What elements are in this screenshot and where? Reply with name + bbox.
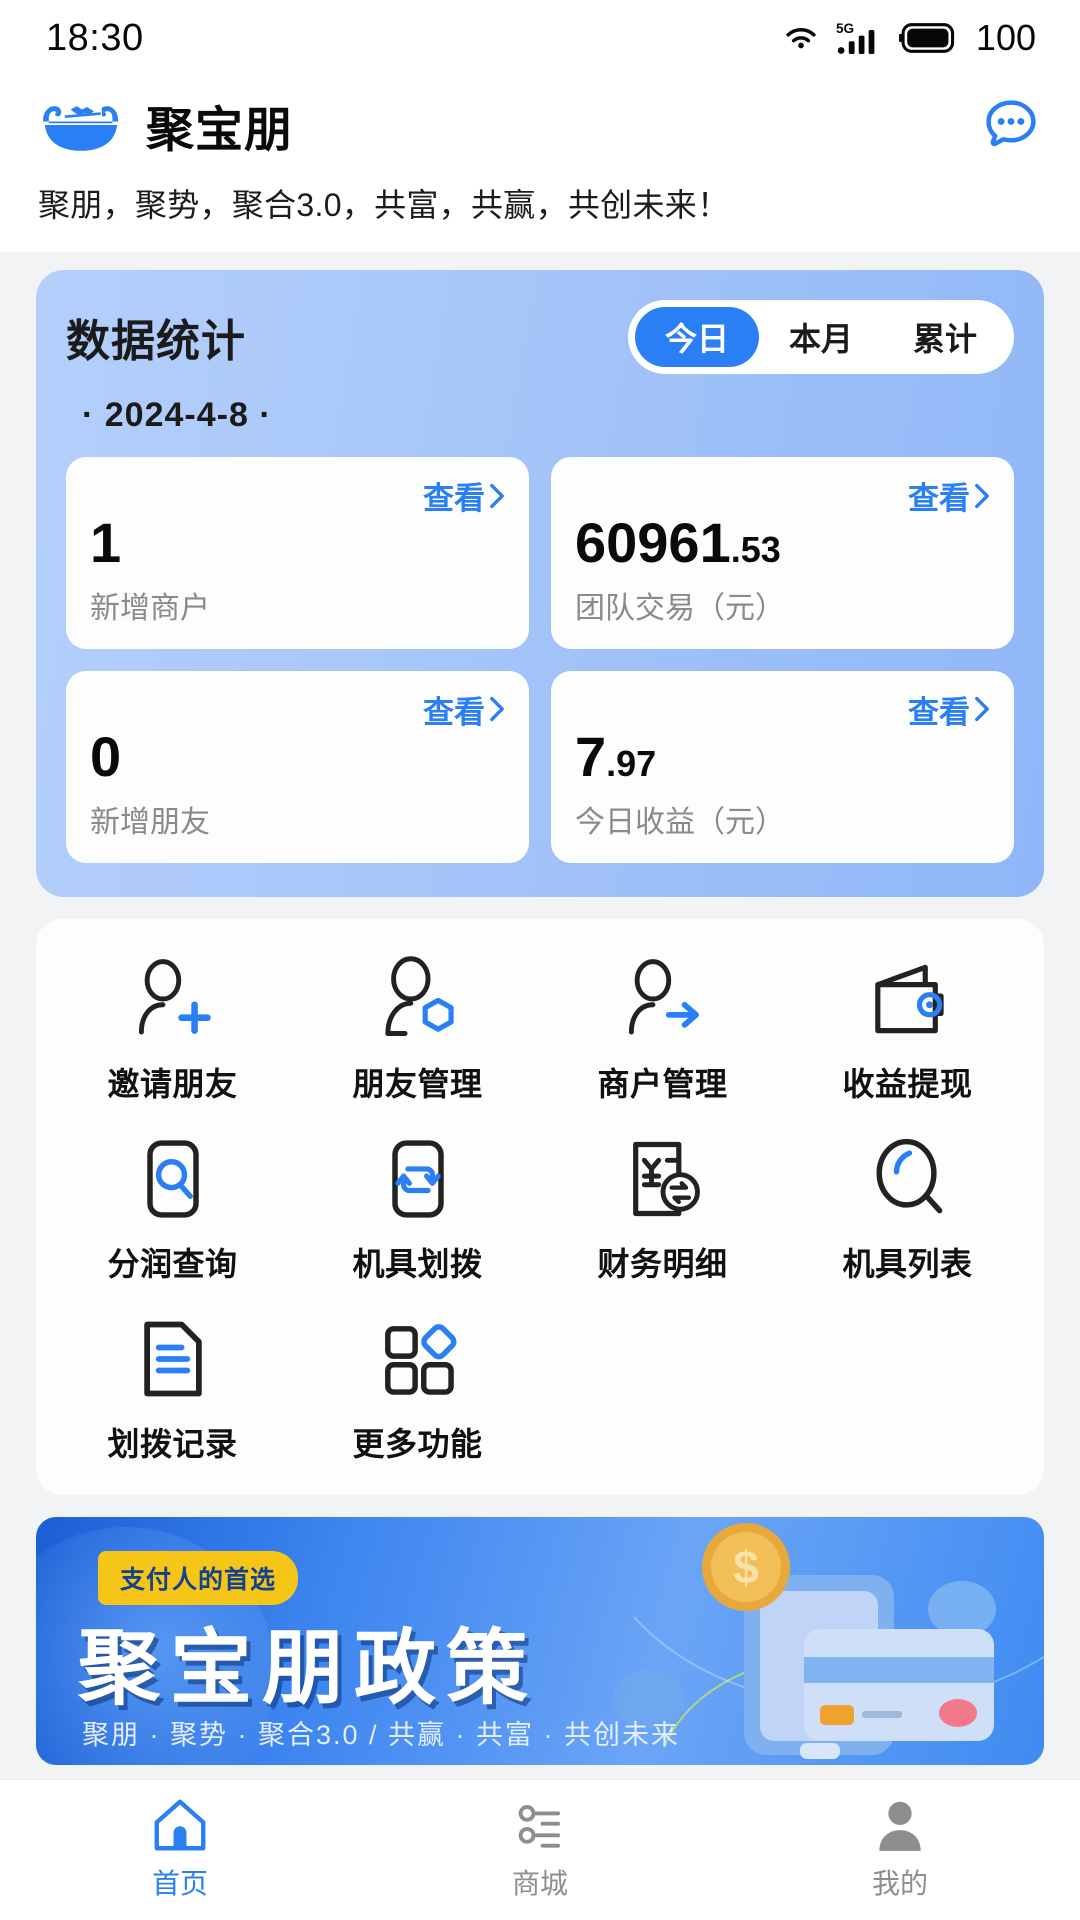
- tab-today[interactable]: 今日: [635, 307, 759, 367]
- tab-total[interactable]: 累计: [883, 307, 1007, 367]
- view-link-label: 查看: [423, 473, 485, 518]
- view-link[interactable]: 查看: [423, 473, 505, 518]
- quick-action-device-transfer[interactable]: 机具划拨: [295, 1133, 540, 1285]
- quick-action-label: 更多功能: [352, 1419, 482, 1465]
- quick-action-label: 邀请朋友: [107, 1059, 237, 1105]
- home-icon: [149, 1794, 211, 1856]
- grid-diamond-icon: [372, 1313, 464, 1405]
- person-add-icon: [127, 953, 219, 1045]
- quick-action-device-list[interactable]: 机具列表: [785, 1133, 1030, 1285]
- view-link-label: 查看: [908, 687, 970, 732]
- stat-value: 1: [90, 514, 505, 573]
- stat-value: 60961.53: [575, 514, 990, 573]
- view-link[interactable]: 查看: [908, 473, 990, 518]
- stat-value: 7.97: [575, 728, 990, 787]
- stat-value-integer: 1: [90, 511, 121, 574]
- quick-action-label: 财务明细: [597, 1239, 727, 1285]
- wifi-icon: [781, 18, 821, 58]
- status-bar: 18:30 5G 100: [0, 0, 1080, 76]
- receipt-exchange-icon: [617, 1133, 709, 1225]
- nav-item-home[interactable]: 首页: [0, 1794, 360, 1902]
- battery-icon: [899, 22, 957, 54]
- nav-item-profile[interactable]: 我的: [720, 1794, 1080, 1902]
- stats-tile-grid: 查看 1 新增商户 查看 60961.53: [66, 457, 1014, 863]
- nav-label: 首页: [152, 1862, 208, 1902]
- period-tab-group[interactable]: 今日 本月 累计: [628, 300, 1014, 374]
- wallet-icon: [862, 953, 954, 1045]
- quick-action-more[interactable]: 更多功能: [295, 1313, 540, 1465]
- quick-action-label: 收益提现: [842, 1059, 972, 1105]
- quick-action-label: 机具列表: [842, 1239, 972, 1285]
- nav-item-mall[interactable]: 商城: [360, 1794, 720, 1902]
- phone-search-icon: [127, 1133, 219, 1225]
- person-icon: [869, 1794, 931, 1856]
- stat-value-decimal: .53: [731, 529, 781, 570]
- stat-value-integer: 7: [575, 725, 606, 788]
- quick-action-withdraw[interactable]: 收益提现: [785, 953, 1030, 1105]
- banner-subtitle: 聚朋 · 聚势 · 聚合3.0 / 共赢 · 共富 · 共创未来: [82, 1713, 680, 1752]
- cellular-signal-icon: 5G: [836, 18, 884, 58]
- stat-tile-team-transaction[interactable]: 查看 60961.53 团队交易（元）: [551, 457, 1014, 649]
- stat-label: 新增朋友: [90, 797, 505, 841]
- promo-banner[interactable]: $ 支付人的首选 聚宝朋政策 聚朋 · 聚势 · 聚合3.0 / 共赢 · 共富…: [36, 1517, 1044, 1765]
- stat-tile-today-income[interactable]: 查看 7.97 今日收益（元）: [551, 671, 1014, 863]
- main-scroll-area: 数据统计 今日 本月 累计 · 2024-4-8 · 查看 1 新增商户: [0, 252, 1080, 1852]
- quick-action-friend-management[interactable]: 朋友管理: [295, 953, 540, 1105]
- nav-label: 我的: [872, 1862, 928, 1902]
- chevron-right-icon: [489, 483, 505, 509]
- stat-tile-new-friends[interactable]: 查看 0 新增朋友: [66, 671, 529, 863]
- chevron-right-icon: [974, 483, 990, 509]
- quick-action-label: 分润查询: [107, 1239, 237, 1285]
- stat-value: 0: [90, 728, 505, 787]
- phone-transfer-icon: [372, 1133, 464, 1225]
- view-link[interactable]: 查看: [423, 687, 505, 732]
- quick-action-profit-query[interactable]: 分润查询: [50, 1133, 295, 1285]
- quick-action-transfer-record[interactable]: 划拨记录: [50, 1313, 295, 1465]
- chat-bubble-icon[interactable]: [982, 96, 1040, 154]
- battery-percent: 100: [976, 17, 1036, 59]
- quick-action-merchant-management[interactable]: 商户管理: [540, 953, 785, 1105]
- quick-action-finance-detail[interactable]: 财务明细: [540, 1133, 785, 1285]
- quick-action-label: 商户管理: [597, 1059, 727, 1105]
- stat-label: 新增商户: [90, 583, 505, 627]
- person-arrow-icon: [617, 953, 709, 1045]
- stat-label: 团队交易（元）: [575, 583, 990, 627]
- stats-card: 数据统计 今日 本月 累计 · 2024-4-8 · 查看 1 新增商户: [36, 270, 1044, 897]
- bottom-navigation: 首页 商城 我的: [0, 1780, 1080, 1920]
- treasure-boat-logo: [38, 94, 124, 156]
- quick-actions-panel: 邀请朋友 朋友管理 商户管理: [36, 919, 1044, 1495]
- sliders-icon: [509, 1794, 571, 1856]
- stat-value-integer: 60961: [575, 511, 731, 574]
- view-link-label: 查看: [423, 687, 485, 732]
- banner-title: 聚宝朋政策: [78, 1601, 538, 1720]
- view-link[interactable]: 查看: [908, 687, 990, 732]
- person-hexagon-icon: [372, 953, 464, 1045]
- quick-action-label: 划拨记录: [107, 1419, 237, 1465]
- tab-this-month[interactable]: 本月: [759, 307, 883, 367]
- stats-date: · 2024-4-8 ·: [82, 396, 1014, 435]
- stat-value-integer: 0: [90, 725, 121, 788]
- stat-label: 今日收益（元）: [575, 797, 990, 841]
- app-slogan: 聚朋，聚势，聚合3.0，共富，共赢，共创未来！: [38, 180, 1040, 226]
- status-bar-indicators: 5G 100: [781, 17, 1036, 59]
- magnifier-list-icon: [862, 1133, 954, 1225]
- stat-value-decimal: .97: [606, 743, 656, 784]
- page-title: 聚宝朋: [146, 90, 293, 160]
- stat-tile-new-merchants[interactable]: 查看 1 新增商户: [66, 457, 529, 649]
- banner-badge: 支付人的首选: [98, 1551, 298, 1605]
- quick-action-label: 朋友管理: [352, 1059, 482, 1105]
- document-lines-icon: [127, 1313, 219, 1405]
- status-bar-time: 18:30: [46, 17, 144, 60]
- svg-text:5G: 5G: [836, 21, 854, 36]
- stats-card-title: 数据统计: [66, 305, 246, 369]
- nav-label: 商城: [512, 1862, 568, 1902]
- quick-action-label: 机具划拨: [352, 1239, 482, 1285]
- chevron-right-icon: [489, 696, 505, 722]
- app-header: 聚宝朋 聚朋，聚势，聚合3.0，共富，共赢，共创未来！: [0, 76, 1080, 252]
- svg-text:$: $: [733, 1541, 759, 1593]
- quick-actions-grid: 邀请朋友 朋友管理 商户管理: [50, 953, 1030, 1465]
- view-link-label: 查看: [908, 473, 970, 518]
- quick-action-invite-friend[interactable]: 邀请朋友: [50, 953, 295, 1105]
- chevron-right-icon: [974, 696, 990, 722]
